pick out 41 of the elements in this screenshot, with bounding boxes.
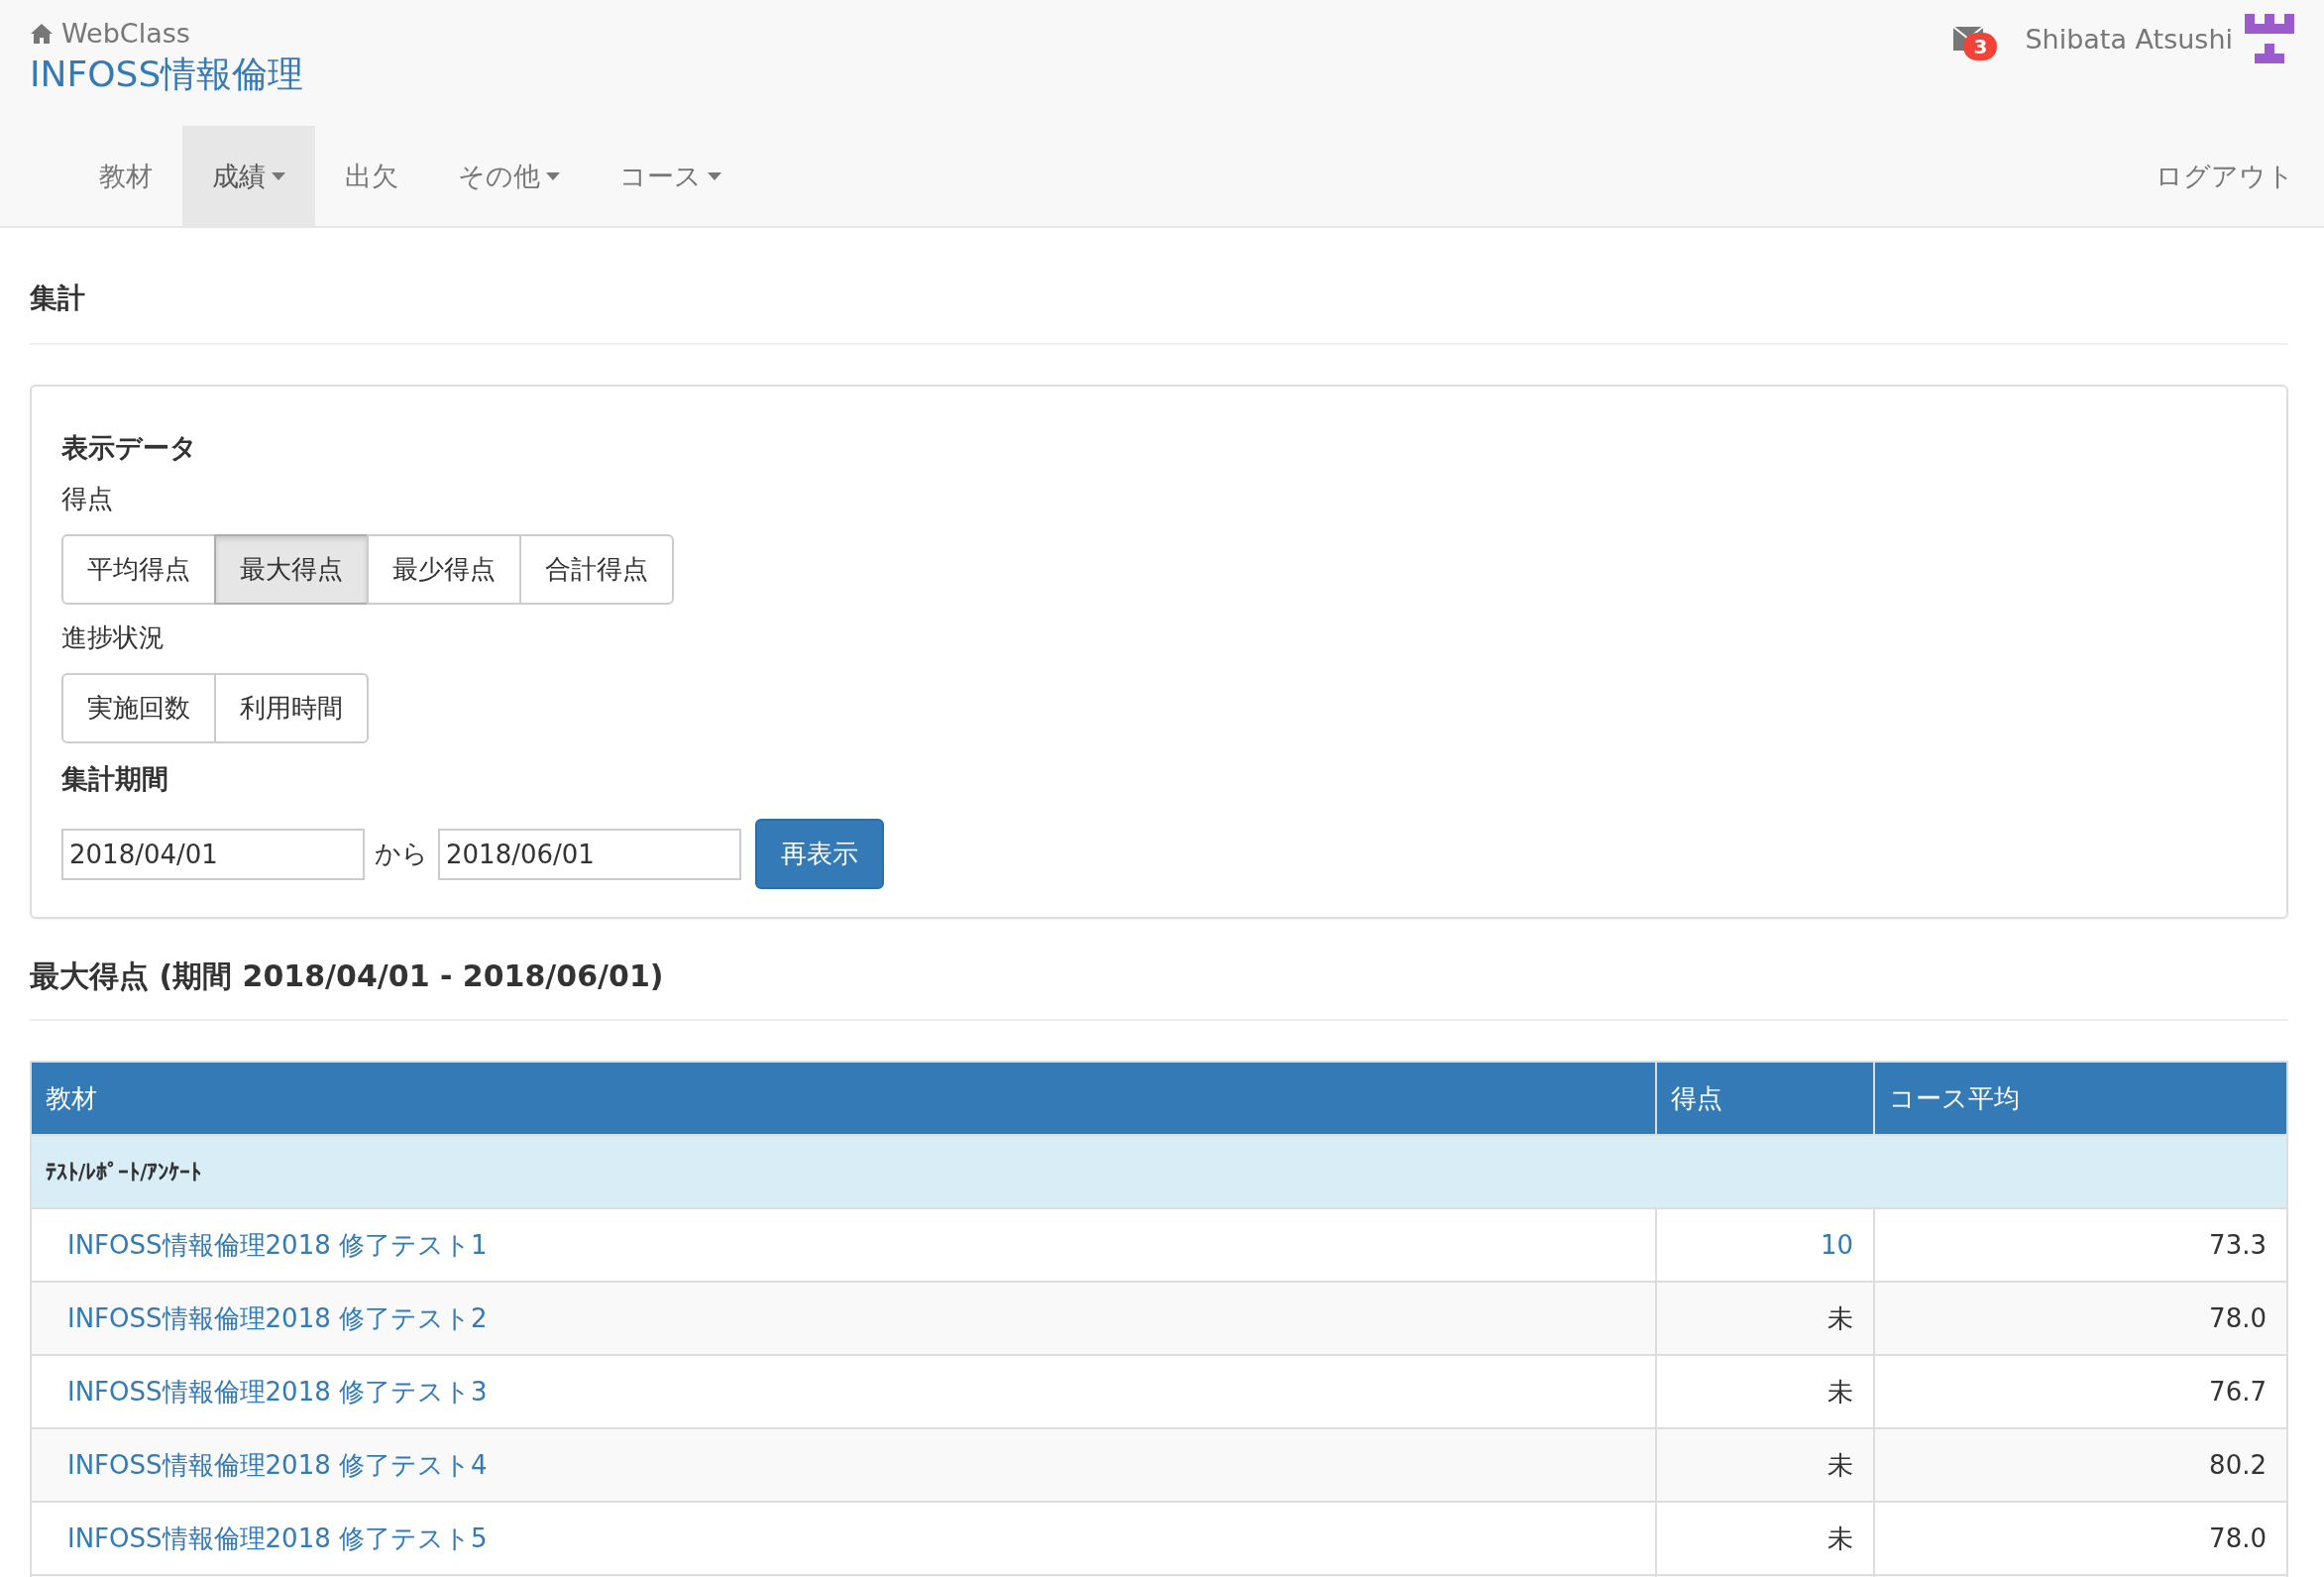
home-icon[interactable] [30,22,54,45]
toggle-button[interactable]: 利用時間 [214,673,369,743]
category-row: ﾃｽﾄ/ﾚﾎﾟｰﾄ/ｱﾝｹｰﾄ [31,1135,2287,1208]
course-title[interactable]: INFOSS情報倫理 [30,51,751,99]
group-label: 得点 [61,483,114,515]
user-avatar-icon[interactable] [2245,14,2294,63]
column-header: 教材 [31,1062,1656,1135]
nav-tab[interactable]: コース [590,126,751,226]
home-link[interactable]: WebClass [61,18,190,49]
period-label: 集計期間 [61,762,169,796]
notification-badge: 3 [1963,33,1998,60]
nav-tab[interactable]: その他 [428,126,590,226]
toggle-button[interactable]: 実施回数 [61,673,216,743]
nav-tab[interactable]: 教材 [69,126,182,226]
range-separator: から [375,838,428,870]
nav-tab[interactable]: 出欠 [315,126,428,226]
material-link[interactable]: INFOSS情報倫理2018 修了テスト2 [31,1282,1656,1355]
score-cell: 未 [1656,1428,1874,1502]
logout-link[interactable]: ログアウト [2156,126,2294,226]
column-header: コース平均 [1874,1062,2287,1135]
group-label: 進捗状況 [61,621,166,654]
caret-icon [546,171,560,180]
user-name[interactable]: Shibata Atsushi [2025,23,2233,55]
column-header: 得点 [1656,1062,1874,1135]
toggle-button[interactable]: 平均得点 [61,534,216,605]
panel-title: 表示データ [61,431,198,465]
nav-tab[interactable]: 成績 [182,126,315,226]
average-cell: 78.0 [1874,1282,2287,1355]
refresh-button[interactable]: 再表示 [755,819,884,889]
average-cell: 80.2 [1874,1428,2287,1502]
result-title: 最大得点 (期間 2018/04/01 - 2018/06/01) [30,919,2288,1021]
page-title: 集計 [30,228,2288,345]
date-from-field[interactable]: 2018/04/01 [61,828,365,880]
caret-icon [272,171,285,180]
toggle-button[interactable]: 合計得点 [519,534,674,605]
material-link[interactable]: INFOSS情報倫理2018 修了テスト4 [31,1428,1656,1502]
caret-icon [708,171,721,180]
date-to-field[interactable]: 2018/06/01 [438,828,741,880]
toggle-button[interactable]: 最少得点 [367,534,521,605]
score-cell: 未 [1656,1282,1874,1355]
toggle-button[interactable]: 最大得点 [214,534,369,605]
